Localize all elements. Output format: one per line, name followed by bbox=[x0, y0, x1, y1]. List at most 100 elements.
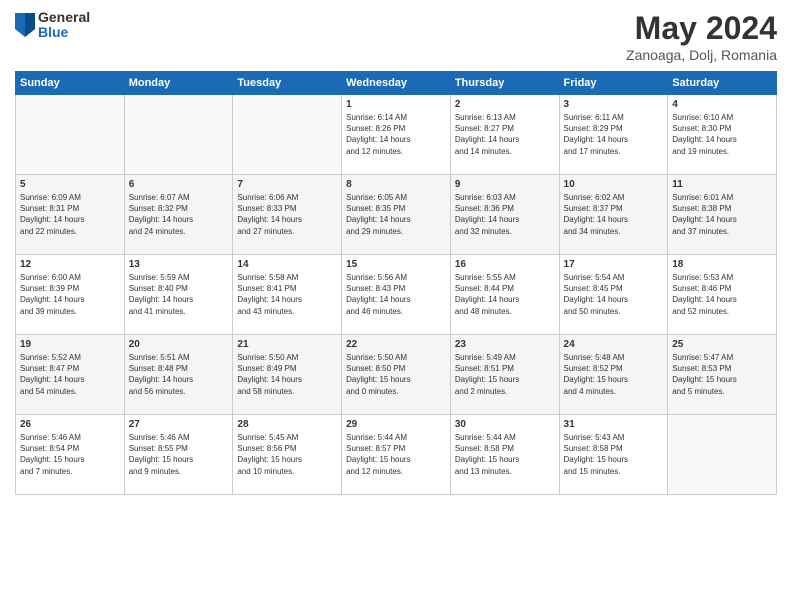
calendar-cell: 2 Sunrise: 6:13 AMSunset: 8:27 PMDaylight… bbox=[450, 95, 559, 175]
calendar-week-5: 26Sunrise: 5:46 AMSunset: 8:54 PMDayligh… bbox=[16, 415, 777, 495]
day-number: 5 bbox=[20, 179, 120, 190]
day-number: 17 bbox=[564, 259, 664, 270]
day-number: 19 bbox=[20, 339, 120, 350]
col-wednesday: Wednesday bbox=[342, 72, 451, 95]
logo: General Blue bbox=[15, 10, 90, 41]
day-info: Sunrise: 5:56 AMSunset: 8:43 PMDaylight:… bbox=[346, 272, 446, 317]
calendar-cell: 4Sunrise: 6:10 AMSunset: 8:30 PMDaylight… bbox=[668, 95, 777, 175]
day-info: Sunrise: 5:46 AMSunset: 8:54 PMDaylight:… bbox=[20, 432, 120, 477]
day-info: Sunrise: 5:49 AMSunset: 8:51 PMDaylight:… bbox=[455, 352, 555, 397]
day-number: 7 bbox=[237, 179, 337, 190]
day-info: Sunrise: 5:50 AMSunset: 8:50 PMDaylight:… bbox=[346, 352, 446, 397]
calendar-cell: 13 Sunrise: 5:59 AMSunset: 8:40 PMDayligh… bbox=[124, 255, 233, 335]
day-info: Sunrise: 5:44 AMSunset: 8:57 PMDaylight:… bbox=[346, 432, 446, 477]
day-number: 15 bbox=[346, 259, 446, 270]
day-info: Sunrise: 5:47 AMSunset: 8:53 PMDaylight:… bbox=[672, 352, 772, 397]
calendar-cell: 3 Sunrise: 6:11 AMSunset: 8:29 PMDaylight… bbox=[559, 95, 668, 175]
day-number: 18 bbox=[672, 259, 772, 270]
day-info: Sunrise: 5:55 AMSunset: 8:44 PMDaylight:… bbox=[455, 272, 555, 317]
calendar-cell: 15 Sunrise: 5:56 AMSunset: 8:43 PMDayligh… bbox=[342, 255, 451, 335]
day-info: Sunrise: 5:59 AMSunset: 8:40 PMDaylight:… bbox=[129, 272, 229, 317]
day-info: Sunrise: 5:48 AMSunset: 8:52 PMDaylight:… bbox=[564, 352, 664, 397]
day-info: Sunrise: 5:51 AMSunset: 8:48 PMDaylight:… bbox=[129, 352, 229, 397]
logo-general: General bbox=[38, 10, 90, 25]
calendar-cell: 11 Sunrise: 6:01 AMSunset: 8:38 PMDayligh… bbox=[668, 175, 777, 255]
day-number: 10 bbox=[564, 179, 664, 190]
day-number: 29 bbox=[346, 419, 446, 430]
calendar-cell: 18 Sunrise: 5:53 AMSunset: 8:46 PMDayligh… bbox=[668, 255, 777, 335]
day-info: Sunrise: 5:53 AMSunset: 8:46 PMDaylight:… bbox=[672, 272, 772, 317]
calendar-cell: 20 Sunrise: 5:51 AMSunset: 8:48 PMDayligh… bbox=[124, 335, 233, 415]
day-info: Sunrise: 5:54 AMSunset: 8:45 PMDaylight:… bbox=[564, 272, 664, 317]
day-number: 13 bbox=[129, 259, 229, 270]
calendar-cell: 23 Sunrise: 5:49 AMSunset: 8:51 PMDayligh… bbox=[450, 335, 559, 415]
calendar-cell: 31 Sunrise: 5:43 AMSunset: 8:58 PMDayligh… bbox=[559, 415, 668, 495]
calendar-week-3: 12 Sunrise: 6:00 AMSunset: 8:39 PMDayligh… bbox=[16, 255, 777, 335]
day-info: Sunrise: 6:02 AMSunset: 8:37 PMDaylight:… bbox=[564, 192, 664, 237]
day-number: 14 bbox=[237, 259, 337, 270]
day-info: Sunrise: 6:06 AMSunset: 8:33 PMDaylight:… bbox=[237, 192, 337, 237]
day-info: Sunrise: 5:46 AMSunset: 8:55 PMDaylight:… bbox=[129, 432, 229, 477]
calendar-cell: 6Sunrise: 6:07 AMSunset: 8:32 PMDaylight… bbox=[124, 175, 233, 255]
calendar-cell bbox=[233, 95, 342, 175]
col-sunday: Sunday bbox=[16, 72, 125, 95]
day-number: 2 bbox=[455, 99, 555, 110]
calendar-cell: 1Sunrise: 6:14 AMSunset: 8:26 PMDaylight… bbox=[342, 95, 451, 175]
header-row: Sunday Monday Tuesday Wednesday Thursday… bbox=[16, 72, 777, 95]
calendar-cell: 9Sunrise: 6:03 AMSunset: 8:36 PMDaylight… bbox=[450, 175, 559, 255]
day-number: 12 bbox=[20, 259, 120, 270]
day-number: 30 bbox=[455, 419, 555, 430]
day-info: Sunrise: 6:09 AMSunset: 8:31 PMDaylight:… bbox=[20, 192, 120, 237]
day-number: 3 bbox=[564, 99, 664, 110]
logo-blue: Blue bbox=[38, 25, 90, 40]
calendar-cell: 12 Sunrise: 6:00 AMSunset: 8:39 PMDayligh… bbox=[16, 255, 125, 335]
calendar-week-4: 19Sunrise: 5:52 AMSunset: 8:47 PMDayligh… bbox=[16, 335, 777, 415]
calendar-cell: 7 Sunrise: 6:06 AMSunset: 8:33 PMDaylight… bbox=[233, 175, 342, 255]
calendar-cell: 30Sunrise: 5:44 AMSunset: 8:58 PMDayligh… bbox=[450, 415, 559, 495]
calendar-cell bbox=[16, 95, 125, 175]
day-info: Sunrise: 5:45 AMSunset: 8:56 PMDaylight:… bbox=[237, 432, 337, 477]
day-number: 23 bbox=[455, 339, 555, 350]
logo-icon bbox=[15, 13, 35, 37]
day-info: Sunrise: 6:11 AMSunset: 8:29 PMDaylight:… bbox=[564, 112, 664, 157]
calendar-table: Sunday Monday Tuesday Wednesday Thursday… bbox=[15, 71, 777, 495]
col-thursday: Thursday bbox=[450, 72, 559, 95]
calendar-cell: 28 Sunrise: 5:45 AMSunset: 8:56 PMDayligh… bbox=[233, 415, 342, 495]
day-number: 28 bbox=[237, 419, 337, 430]
day-info: Sunrise: 6:00 AMSunset: 8:39 PMDaylight:… bbox=[20, 272, 120, 317]
calendar-cell: 26Sunrise: 5:46 AMSunset: 8:54 PMDayligh… bbox=[16, 415, 125, 495]
day-info: Sunrise: 6:01 AMSunset: 8:38 PMDaylight:… bbox=[672, 192, 772, 237]
calendar-cell: 19Sunrise: 5:52 AMSunset: 8:47 PMDayligh… bbox=[16, 335, 125, 415]
calendar-cell: 17 Sunrise: 5:54 AMSunset: 8:45 PMDayligh… bbox=[559, 255, 668, 335]
day-number: 20 bbox=[129, 339, 229, 350]
day-number: 1 bbox=[346, 99, 446, 110]
calendar-cell: 8Sunrise: 6:05 AMSunset: 8:35 PMDaylight… bbox=[342, 175, 451, 255]
calendar-cell bbox=[668, 415, 777, 495]
day-number: 6 bbox=[129, 179, 229, 190]
calendar-week-2: 5 Sunrise: 6:09 AMSunset: 8:31 PMDaylight… bbox=[16, 175, 777, 255]
col-friday: Friday bbox=[559, 72, 668, 95]
day-info: Sunrise: 5:43 AMSunset: 8:58 PMDaylight:… bbox=[564, 432, 664, 477]
calendar-cell: 16Sunrise: 5:55 AMSunset: 8:44 PMDayligh… bbox=[450, 255, 559, 335]
calendar-cell: 5 Sunrise: 6:09 AMSunset: 8:31 PMDaylight… bbox=[16, 175, 125, 255]
day-info: Sunrise: 5:58 AMSunset: 8:41 PMDaylight:… bbox=[237, 272, 337, 317]
month-title: May 2024 bbox=[626, 10, 777, 47]
day-number: 4 bbox=[672, 99, 772, 110]
calendar-cell: 25Sunrise: 5:47 AMSunset: 8:53 PMDayligh… bbox=[668, 335, 777, 415]
calendar-cell: 29 Sunrise: 5:44 AMSunset: 8:57 PMDayligh… bbox=[342, 415, 451, 495]
day-number: 31 bbox=[564, 419, 664, 430]
day-number: 11 bbox=[672, 179, 772, 190]
location-subtitle: Zanoaga, Dolj, Romania bbox=[626, 47, 777, 63]
calendar-cell: 21Sunrise: 5:50 AMSunset: 8:49 PMDayligh… bbox=[233, 335, 342, 415]
day-info: Sunrise: 5:50 AMSunset: 8:49 PMDaylight:… bbox=[237, 352, 337, 397]
day-number: 8 bbox=[346, 179, 446, 190]
day-number: 24 bbox=[564, 339, 664, 350]
header: General Blue May 2024 Zanoaga, Dolj, Rom… bbox=[15, 10, 777, 63]
page: General Blue May 2024 Zanoaga, Dolj, Rom… bbox=[0, 0, 792, 612]
col-saturday: Saturday bbox=[668, 72, 777, 95]
day-info: Sunrise: 6:13 AMSunset: 8:27 PMDaylight:… bbox=[455, 112, 555, 157]
day-number: 9 bbox=[455, 179, 555, 190]
calendar-cell: 27Sunrise: 5:46 AMSunset: 8:55 PMDayligh… bbox=[124, 415, 233, 495]
col-monday: Monday bbox=[124, 72, 233, 95]
calendar-cell: 10 Sunrise: 6:02 AMSunset: 8:37 PMDayligh… bbox=[559, 175, 668, 255]
